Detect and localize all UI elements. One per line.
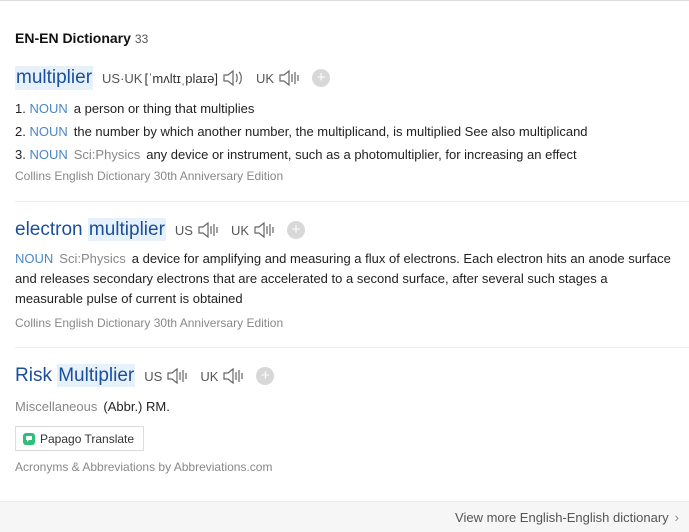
uk-label: UK [256, 70, 275, 86]
speaker-icon[interactable] [222, 68, 246, 88]
section-title: EN-EN Dictionary [15, 30, 131, 46]
headword-highlight: Multiplier [57, 364, 136, 387]
entry-electron-multiplier: electron multiplier US UK + NOUN Sci:Phys… [15, 217, 689, 330]
speaker-icon[interactable] [278, 68, 302, 88]
definition-number: 3. [15, 147, 26, 162]
source-citation: Collins English Dictionary 30th Annivers… [15, 169, 284, 183]
view-more-link[interactable]: View more English-English dictionary › [455, 510, 679, 525]
papago-wrap: Papago Translate [15, 426, 689, 451]
source-citation: Acronyms & Abbreviations by Abbreviation… [15, 460, 273, 474]
part-of-speech: NOUN [29, 101, 68, 116]
headword[interactable]: Risk Multiplier [15, 364, 136, 387]
entry-multiplier: multiplier US·UK [ˈmʌltɪˌplaɪə] UK + 1. … [15, 65, 689, 183]
category-label: Miscellaneous [15, 399, 98, 414]
source-citation: Collins English Dictionary 30th Annivers… [15, 316, 284, 330]
add-icon[interactable]: + [312, 69, 331, 87]
speaker-icon[interactable] [166, 366, 190, 386]
uk-label: UK [230, 222, 250, 238]
papago-translate-button[interactable]: Papago Translate [15, 426, 145, 451]
definition-item: Miscellaneous (Abbr.) RM. [15, 395, 689, 418]
entry-divider [15, 347, 689, 348]
top-divider [0, 0, 689, 1]
definition-item: 1. NOUN a person or thing that multiplies [15, 97, 689, 120]
chevron-right-icon: › [674, 510, 679, 525]
part-of-speech: NOUN [29, 124, 68, 139]
part-of-speech: NOUN [15, 251, 54, 266]
definition-text: (Abbr.) RM. [103, 399, 170, 414]
entry-divider [15, 201, 689, 202]
us-uk-label: US·UK [102, 70, 143, 86]
speaker-icon[interactable] [197, 220, 221, 240]
section-header: EN-EN Dictionary 33 [15, 30, 148, 46]
headword-row: Risk Multiplier US UK + [15, 363, 689, 389]
definition-item: 3. NOUN Sci:Physics any device or instrume… [15, 143, 689, 166]
view-more-label: View more English-English dictionary [455, 510, 669, 525]
add-icon[interactable]: + [287, 221, 306, 239]
headword-part: Risk [15, 365, 52, 386]
headword[interactable]: multiplier [15, 66, 94, 90]
headword[interactable]: electron multiplier [15, 218, 166, 241]
definition-text: any device or instrument, such as a phot… [146, 147, 577, 162]
headword-row: multiplier US·UK [ˈmʌltɪˌplaɪə] UK + [15, 65, 689, 91]
result-count: 33 [134, 32, 149, 46]
phonetic: [ˈmʌltɪˌplaɪə] [144, 70, 219, 86]
definition-list: 1. NOUN a person or thing that multiplies… [15, 97, 689, 166]
footer-bar: View more English-English dictionary › [0, 501, 689, 532]
papago-icon [23, 432, 35, 445]
add-icon[interactable]: + [256, 367, 275, 385]
us-label: US [144, 368, 163, 384]
definition-item: NOUN Sci:Physics a device for amplifying a… [15, 249, 675, 309]
definition-number: 2. [15, 124, 26, 139]
definition-text: a person or thing that multiplies [73, 101, 255, 116]
subject-field: Sci:Physics [59, 251, 126, 266]
headword-part: electron [15, 219, 83, 240]
headword-highlight: multiplier [87, 218, 166, 241]
definition-number: 1. [15, 101, 26, 116]
definition-text: the number by which another number, the … [73, 124, 588, 139]
headword-row: electron multiplier US UK + [15, 217, 689, 243]
speaker-icon[interactable] [222, 366, 246, 386]
uk-label: UK [200, 368, 219, 384]
definition-item: 2. NOUN the number by which another numbe… [15, 120, 689, 143]
us-label: US [174, 222, 193, 238]
part-of-speech: NOUN [29, 147, 68, 162]
papago-label: Papago Translate [40, 431, 135, 446]
entry-risk-multiplier: Risk Multiplier US UK + Miscellaneous (Ab… [15, 363, 689, 474]
speaker-icon[interactable] [253, 220, 277, 240]
subject-field: Sci:Physics [73, 147, 141, 162]
